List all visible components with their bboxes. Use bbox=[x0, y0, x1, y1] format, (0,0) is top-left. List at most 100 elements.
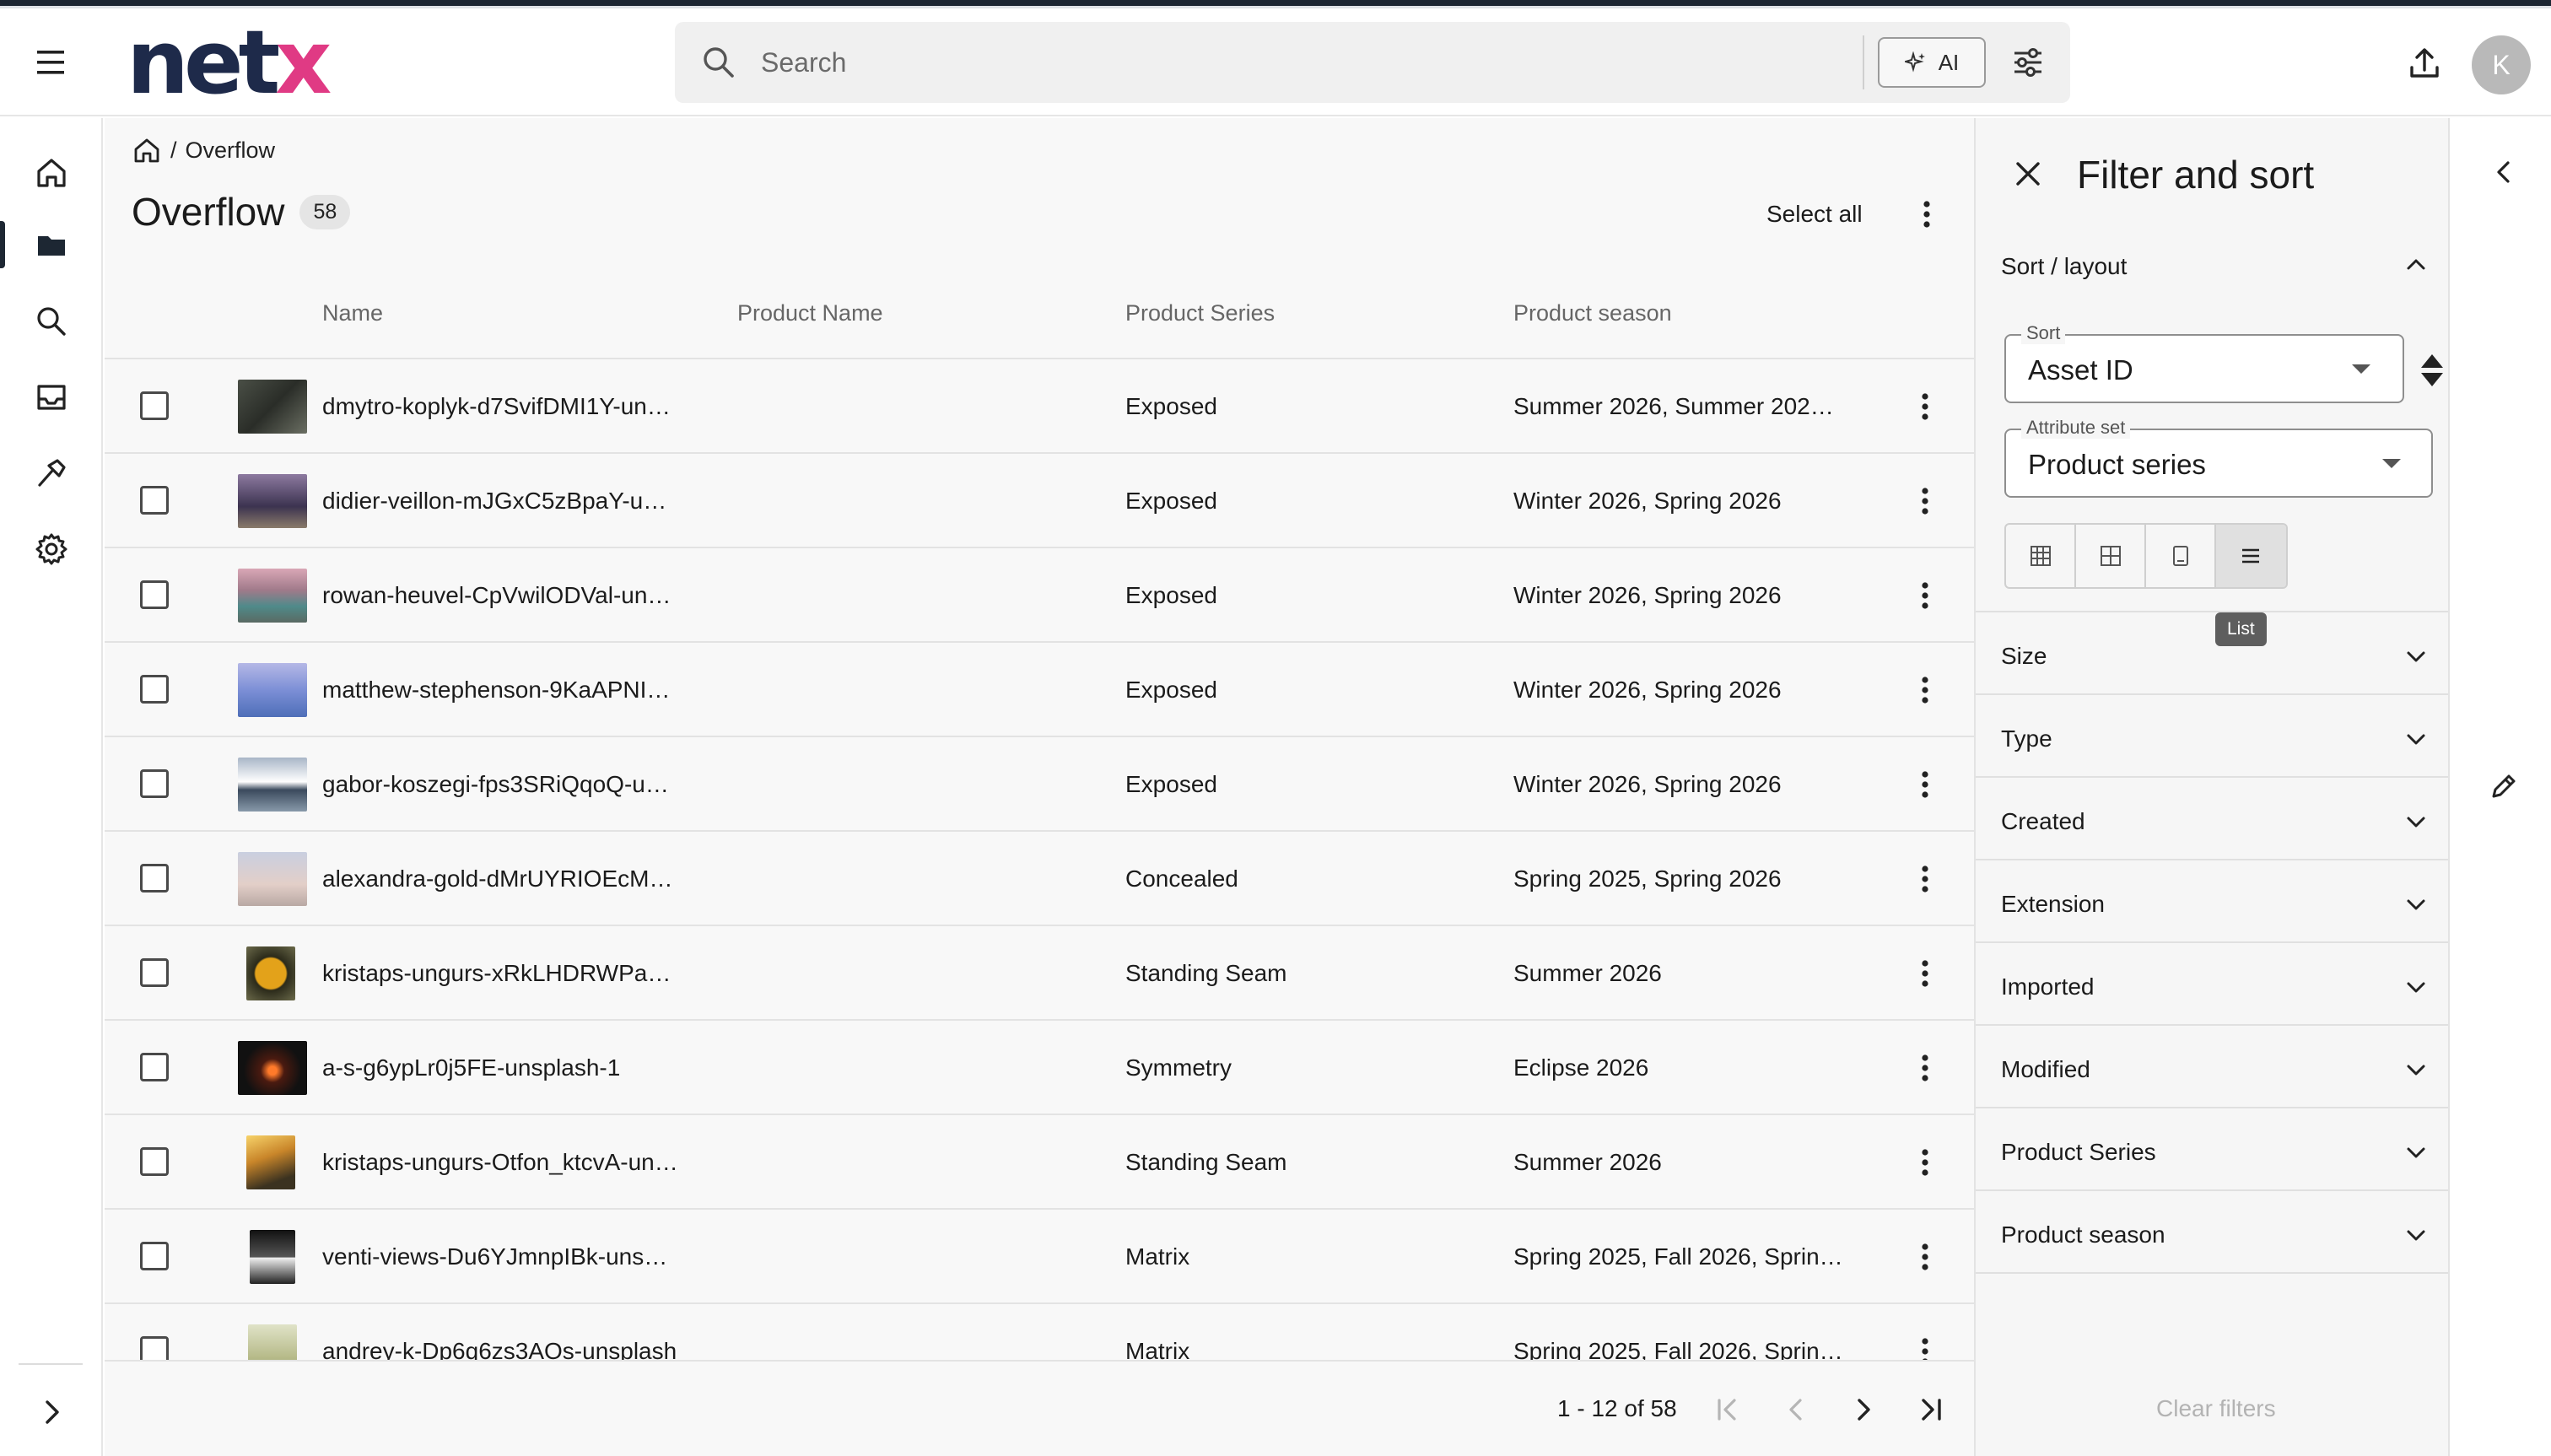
chevron-left-icon[interactable] bbox=[2487, 155, 2521, 189]
column-header-name[interactable]: Name bbox=[322, 300, 383, 326]
asset-thumbnail[interactable] bbox=[250, 1230, 295, 1284]
sort-layout-header[interactable]: Sort / layout bbox=[2001, 253, 2127, 280]
table-row[interactable]: didier-veillon-mJGxC5zBpaY-u… Exposed Wint… bbox=[105, 454, 1974, 548]
more-vert-icon[interactable] bbox=[1910, 196, 1944, 233]
sort-select[interactable]: Sort Asset ID bbox=[2004, 322, 2404, 403]
hammer-icon[interactable] bbox=[32, 454, 71, 493]
asset-thumbnail[interactable] bbox=[246, 1135, 295, 1189]
row-checkbox[interactable] bbox=[140, 1053, 169, 1081]
row-checkbox[interactable] bbox=[140, 769, 169, 798]
last-page-icon[interactable] bbox=[1912, 1390, 1950, 1429]
sliders-icon[interactable] bbox=[2009, 44, 2047, 81]
chevron-down-icon[interactable] bbox=[2401, 1054, 2431, 1085]
tile-icon[interactable] bbox=[2146, 525, 2216, 587]
inbox-icon[interactable] bbox=[32, 378, 71, 417]
chevron-down-icon[interactable] bbox=[2401, 889, 2431, 919]
more-vert-icon[interactable] bbox=[1908, 1238, 1942, 1275]
table-row[interactable]: kristaps-ungurs-Otfon_ktcvA-un… Standing … bbox=[105, 1115, 1974, 1210]
more-vert-icon[interactable] bbox=[1908, 1144, 1942, 1181]
next-page-icon[interactable] bbox=[1844, 1390, 1883, 1429]
asset-name-cell[interactable]: venti-views-Du6YJmnpIBk-uns… bbox=[322, 1243, 667, 1270]
chevron-down-icon[interactable] bbox=[2401, 1220, 2431, 1250]
attribute-set-select[interactable]: Attribute set Product series bbox=[2004, 417, 2433, 498]
row-checkbox[interactable] bbox=[140, 864, 169, 892]
more-vert-icon[interactable] bbox=[1908, 483, 1942, 520]
filter-section-header[interactable]: Size bbox=[2001, 643, 2047, 670]
filter-section-header[interactable]: Product Series bbox=[2001, 1139, 2156, 1166]
row-checkbox[interactable] bbox=[140, 958, 169, 987]
asset-thumbnail[interactable] bbox=[238, 569, 307, 623]
table-row[interactable]: a-s-g6ypLr0j5FE-unsplash-1 Symmetry Eclips… bbox=[105, 1021, 1974, 1115]
asset-name-cell[interactable]: gabor-koszegi-fps3SRiQqoQ-u… bbox=[322, 771, 669, 798]
column-header-product-name[interactable]: Product Name bbox=[737, 300, 883, 326]
table-row[interactable]: venti-views-Du6YJmnpIBk-uns… Matrix Spring… bbox=[105, 1210, 1974, 1304]
asset-thumbnail[interactable] bbox=[246, 946, 295, 1000]
filter-section-header[interactable]: Product season bbox=[2001, 1221, 2165, 1248]
asset-name-cell[interactable]: a-s-g6ypLr0j5FE-unsplash-1 bbox=[322, 1054, 620, 1081]
row-checkbox[interactable] bbox=[140, 675, 169, 704]
upload-icon[interactable] bbox=[2406, 46, 2443, 83]
asset-name-cell[interactable]: dmytro-koplyk-d7SvifDMI1Y-un… bbox=[322, 393, 671, 420]
more-vert-icon[interactable] bbox=[1908, 1049, 1942, 1087]
chevron-right-icon[interactable] bbox=[34, 1394, 71, 1431]
search-input[interactable] bbox=[761, 37, 1672, 88]
asset-name-cell[interactable]: kristaps-ungurs-xRkLHDRWPa… bbox=[322, 960, 671, 987]
more-vert-icon[interactable] bbox=[1908, 860, 1942, 898]
filter-section-header[interactable]: Modified bbox=[2001, 1056, 2090, 1083]
clear-filters-button[interactable]: Clear filters bbox=[2156, 1395, 2276, 1422]
chevron-down-icon[interactable] bbox=[2401, 806, 2431, 837]
menu-icon[interactable] bbox=[32, 46, 73, 79]
row-checkbox[interactable] bbox=[140, 580, 169, 609]
column-header-product-series[interactable]: Product Series bbox=[1125, 300, 1275, 326]
select-all-button[interactable]: Select all bbox=[1766, 201, 1863, 228]
sort-direction-icon[interactable] bbox=[2419, 353, 2445, 388]
asset-thumbnail[interactable] bbox=[238, 474, 307, 528]
folder-icon[interactable] bbox=[32, 226, 71, 265]
filter-section-header[interactable]: Imported bbox=[2001, 973, 2095, 1000]
row-checkbox[interactable] bbox=[140, 486, 169, 515]
gear-icon[interactable] bbox=[32, 530, 71, 569]
search-icon[interactable] bbox=[32, 302, 71, 341]
asset-name-cell[interactable]: rowan-heuvel-CpVwilODVal-un… bbox=[322, 582, 671, 609]
asset-thumbnail[interactable] bbox=[238, 852, 307, 906]
table-row[interactable]: dmytro-koplyk-d7SvifDMI1Y-un… Exposed Summ… bbox=[105, 359, 1974, 454]
filter-section-header[interactable]: Created bbox=[2001, 808, 2085, 835]
asset-name-cell[interactable]: matthew-stephenson-9KaAPNI… bbox=[322, 677, 670, 704]
more-vert-icon[interactable] bbox=[1908, 671, 1942, 709]
filter-section-header[interactable]: Extension bbox=[2001, 891, 2105, 918]
pencil-icon[interactable] bbox=[2487, 769, 2521, 803]
more-vert-icon[interactable] bbox=[1908, 577, 1942, 614]
prev-page-icon[interactable] bbox=[1777, 1390, 1815, 1429]
row-checkbox[interactable] bbox=[140, 391, 169, 420]
asset-name-cell[interactable]: didier-veillon-mJGxC5zBpaY-u… bbox=[322, 488, 666, 515]
more-vert-icon[interactable] bbox=[1908, 955, 1942, 992]
ai-search-button[interactable]: AI bbox=[1878, 37, 1986, 88]
more-vert-icon[interactable] bbox=[1908, 388, 1942, 425]
chevron-down-icon[interactable] bbox=[2401, 972, 2431, 1002]
row-checkbox[interactable] bbox=[140, 1242, 169, 1270]
table-row[interactable]: alexandra-gold-dMrUYRIOEcM… Concealed Spri… bbox=[105, 832, 1974, 926]
close-icon[interactable] bbox=[2009, 155, 2047, 192]
more-vert-icon[interactable] bbox=[1908, 766, 1942, 803]
grid-icon[interactable] bbox=[2076, 525, 2146, 587]
home-icon[interactable] bbox=[32, 154, 71, 192]
table-row[interactable]: gabor-koszegi-fps3SRiQqoQ-u… Exposed Winte… bbox=[105, 737, 1974, 832]
asset-thumbnail[interactable] bbox=[238, 758, 307, 812]
row-checkbox[interactable] bbox=[140, 1147, 169, 1176]
table-grid-icon[interactable] bbox=[2006, 525, 2076, 587]
home-icon[interactable] bbox=[132, 135, 162, 165]
table-row[interactable]: matthew-stephenson-9KaAPNI… Exposed Winter… bbox=[105, 643, 1974, 737]
first-page-icon[interactable] bbox=[1709, 1390, 1748, 1429]
chevron-down-icon[interactable] bbox=[2401, 1137, 2431, 1167]
filter-section-header[interactable]: Type bbox=[2001, 725, 2052, 752]
asset-thumbnail[interactable] bbox=[238, 663, 307, 717]
chevron-down-icon[interactable] bbox=[2401, 641, 2431, 671]
netx-logo[interactable]: net x bbox=[127, 19, 332, 106]
breadcrumb-current[interactable]: Overflow bbox=[186, 138, 276, 164]
table-row[interactable]: kristaps-ungurs-xRkLHDRWPa… Standing Seam… bbox=[105, 926, 1974, 1021]
chevron-down-icon[interactable] bbox=[2401, 724, 2431, 754]
asset-thumbnail[interactable] bbox=[238, 1041, 307, 1095]
user-avatar[interactable]: K bbox=[2472, 35, 2531, 94]
asset-thumbnail[interactable] bbox=[238, 380, 307, 434]
asset-name-cell[interactable]: alexandra-gold-dMrUYRIOEcM… bbox=[322, 866, 672, 892]
